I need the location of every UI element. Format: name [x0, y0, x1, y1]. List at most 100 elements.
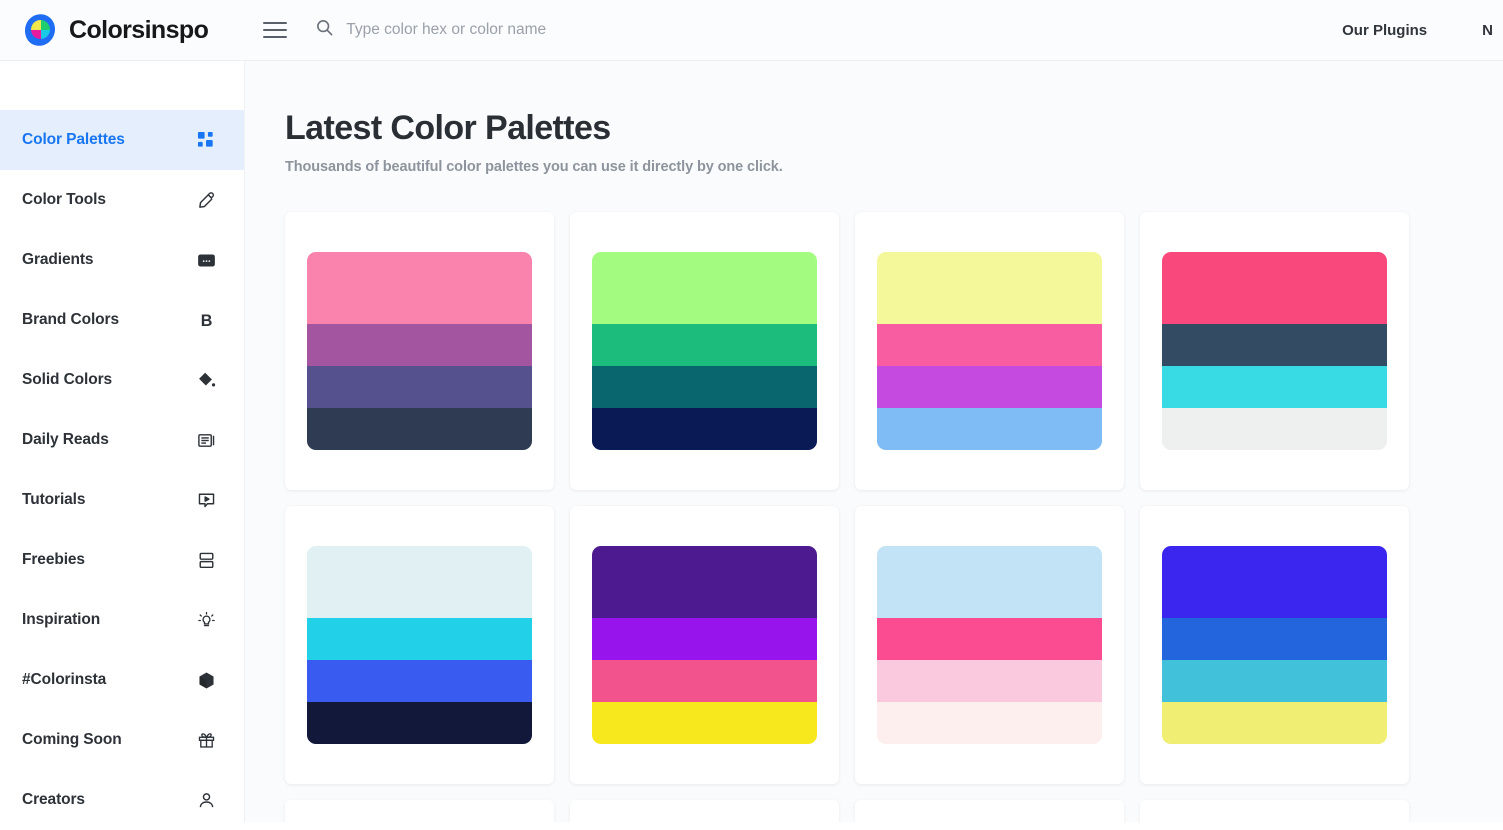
gradient-swatch-icon — [195, 249, 217, 271]
palette-swatch[interactable] — [592, 702, 817, 744]
palette-swatch[interactable] — [307, 366, 532, 408]
header-link-clipped[interactable]: N — [1482, 22, 1493, 39]
sidebar-item-label: Brand Colors — [22, 311, 119, 328]
sidebar-item-inspiration[interactable]: Inspiration — [0, 590, 244, 650]
palette-swatch[interactable] — [1162, 546, 1387, 618]
palette-swatch-stack — [307, 252, 532, 450]
sidebar-item-label: Color Tools — [22, 191, 106, 208]
colorwheel-logo-icon — [22, 12, 58, 48]
palette-card[interactable] — [1140, 212, 1409, 490]
sidebar-item-label: Color Palettes — [22, 131, 125, 148]
palette-card[interactable] — [285, 506, 554, 784]
sidebar-item-gradients[interactable]: Gradients — [0, 230, 244, 290]
palette-swatch[interactable] — [307, 252, 532, 324]
palette-swatch[interactable] — [592, 618, 817, 660]
header-link-our-plugins[interactable]: Our Plugins — [1342, 22, 1427, 39]
sidebar-item-label: #Colorinsta — [22, 671, 107, 688]
sidebar-item-brand-colors[interactable]: Brand Colors B — [0, 290, 244, 350]
sidebar-item-label: Inspiration — [22, 611, 101, 628]
hamburger-menu-icon[interactable] — [263, 17, 289, 43]
palette-card[interactable] — [855, 212, 1124, 490]
palette-swatch[interactable] — [592, 324, 817, 366]
article-icon — [195, 429, 217, 451]
sidebar-item-colorinsta[interactable]: #Colorinsta — [0, 650, 244, 710]
palette-swatch[interactable] — [877, 366, 1102, 408]
palette-swatch[interactable] — [307, 324, 532, 366]
page-body: Color Palettes Color Tools Gradients Bra… — [0, 61, 1503, 822]
palette-swatch[interactable] — [1162, 408, 1387, 450]
palette-swatch[interactable] — [307, 660, 532, 702]
palette-swatch[interactable] — [307, 702, 532, 744]
palette-swatch[interactable] — [1162, 252, 1387, 324]
palette-swatch[interactable] — [592, 660, 817, 702]
search-bar[interactable] — [315, 18, 1342, 42]
palette-swatch-stack — [1162, 546, 1387, 744]
palette-swatch[interactable] — [877, 252, 1102, 324]
app-header: Colorsinspo Our Plugins N — [0, 0, 1503, 61]
palette-card[interactable] — [570, 506, 839, 784]
palette-swatch-stack — [877, 252, 1102, 450]
sidebar-item-coming-soon[interactable]: Coming Soon — [0, 710, 244, 770]
palette-swatch[interactable] — [877, 660, 1102, 702]
sidebar-item-tutorials[interactable]: Tutorials — [0, 470, 244, 530]
palette-swatch[interactable] — [592, 408, 817, 450]
palette-swatch[interactable] — [877, 702, 1102, 744]
palette-swatch[interactable] — [307, 546, 532, 618]
paint-bucket-icon — [195, 369, 217, 391]
video-play-icon — [195, 489, 217, 511]
main-content: Latest Color Palettes Thousands of beaut… — [245, 61, 1503, 822]
person-icon — [195, 789, 217, 811]
palette-swatch[interactable] — [1162, 324, 1387, 366]
sidebar-item-color-palettes[interactable]: Color Palettes — [0, 110, 244, 170]
palette-swatch[interactable] — [1162, 660, 1387, 702]
palette-swatch[interactable] — [307, 408, 532, 450]
sidebar-item-color-tools[interactable]: Color Tools — [0, 170, 244, 230]
palette-card[interactable] — [855, 800, 1124, 822]
search-input[interactable] — [346, 21, 867, 39]
sidebar-item-creators[interactable]: Creators — [0, 770, 244, 830]
sidebar-item-label: Daily Reads — [22, 431, 109, 448]
palette-card[interactable] — [1140, 506, 1409, 784]
sidebar-item-label: Solid Colors — [22, 371, 113, 388]
palette-swatch[interactable] — [877, 546, 1102, 618]
palette-swatch[interactable] — [592, 366, 817, 408]
brand[interactable]: Colorsinspo — [22, 12, 209, 48]
palette-swatch[interactable] — [307, 618, 532, 660]
palette-swatch[interactable] — [1162, 618, 1387, 660]
gift-icon — [195, 729, 217, 751]
palette-card[interactable] — [1140, 800, 1409, 822]
page-title: Latest Color Palettes — [285, 109, 611, 147]
sidebar-item-freebies[interactable]: Freebies — [0, 530, 244, 590]
palette-card[interactable] — [285, 800, 554, 822]
sidebar-item-daily-reads[interactable]: Daily Reads — [0, 410, 244, 470]
palette-swatch[interactable] — [1162, 702, 1387, 744]
cube-icon — [195, 669, 217, 691]
palette-swatch[interactable] — [1162, 366, 1387, 408]
logo-color-quadrants — [31, 20, 50, 39]
sidebar-item-label: Creators — [22, 791, 85, 808]
palette-grid — [285, 212, 1503, 784]
svg-text:B: B — [200, 312, 212, 330]
palette-swatch[interactable] — [592, 546, 817, 618]
page-subtitle: Thousands of beautiful color palettes yo… — [285, 159, 783, 175]
palette-swatch-stack — [307, 546, 532, 744]
palette-card[interactable] — [855, 506, 1124, 784]
palette-card[interactable] — [570, 212, 839, 490]
sidebar-item-label: Freebies — [22, 551, 85, 568]
palette-card[interactable] — [570, 800, 839, 822]
sidebar-item-solid-colors[interactable]: Solid Colors — [0, 350, 244, 410]
brand-name: Colorsinspo — [69, 15, 209, 44]
letter-b-icon: B — [195, 309, 217, 331]
palette-swatch[interactable] — [877, 618, 1102, 660]
search-icon[interactable] — [315, 18, 334, 42]
palette-swatch-stack — [877, 546, 1102, 744]
palette-swatch[interactable] — [592, 252, 817, 324]
palette-card[interactable] — [285, 212, 554, 490]
sidebar-item-label: Gradients — [22, 251, 94, 268]
palette-swatch-stack — [592, 546, 817, 744]
grid-layout-icon — [195, 129, 217, 151]
sidebar: Color Palettes Color Tools Gradients Bra… — [0, 61, 245, 822]
palette-grid-next-row-peek — [285, 800, 1503, 822]
palette-swatch[interactable] — [877, 324, 1102, 366]
palette-swatch[interactable] — [877, 408, 1102, 450]
